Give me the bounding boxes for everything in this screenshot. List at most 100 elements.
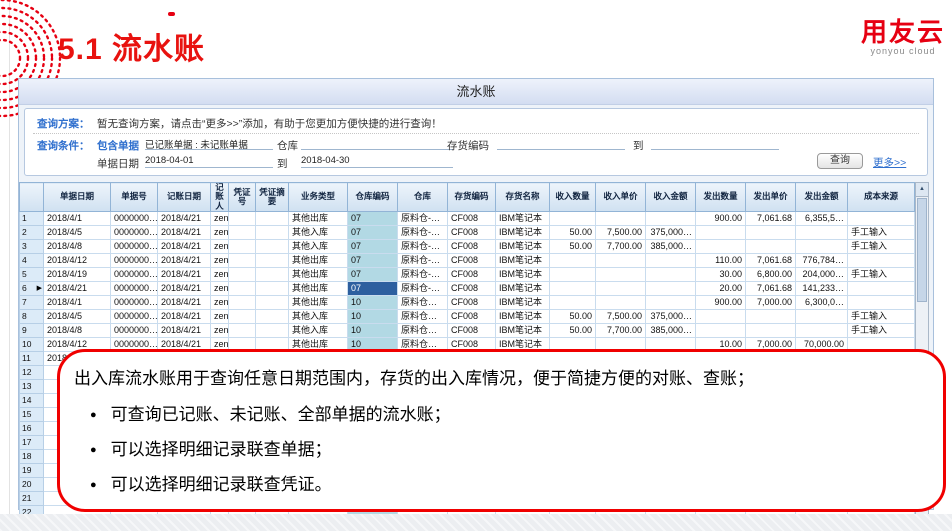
table-cell[interactable]: CF008 bbox=[448, 226, 496, 240]
table-cell[interactable]: 2018/4/21 bbox=[158, 226, 211, 240]
table-cell[interactable]: IBM笔记本 bbox=[496, 282, 550, 296]
search-button[interactable]: 查询 bbox=[817, 153, 863, 169]
table-cell[interactable]: 6,355,5… bbox=[796, 212, 848, 226]
table-cell[interactable] bbox=[256, 268, 289, 282]
table-cell[interactable]: 其他入库 bbox=[289, 324, 348, 338]
table-cell[interactable] bbox=[229, 254, 256, 268]
table-cell[interactable]: CF008 bbox=[448, 324, 496, 338]
table-cell[interactable] bbox=[848, 296, 915, 310]
table-cell[interactable] bbox=[696, 240, 746, 254]
row-number[interactable]: 18 bbox=[20, 450, 44, 464]
table-cell[interactable]: zen bbox=[211, 240, 229, 254]
row-number[interactable]: 13 bbox=[20, 380, 44, 394]
table-cell[interactable]: zen bbox=[211, 282, 229, 296]
row-number[interactable]: 19 bbox=[20, 464, 44, 478]
date-from-input[interactable]: 2018-04-01 bbox=[145, 155, 273, 168]
table-cell[interactable] bbox=[229, 212, 256, 226]
table-cell[interactable]: 776,784… bbox=[796, 254, 848, 268]
table-cell[interactable] bbox=[746, 240, 796, 254]
table-cell[interactable] bbox=[796, 310, 848, 324]
table-cell[interactable]: 2018/4/21 bbox=[158, 282, 211, 296]
table-cell[interactable]: 7,000.00 bbox=[746, 296, 796, 310]
table-cell[interactable]: 7,700.00 bbox=[596, 324, 646, 338]
row-number[interactable]: 4 bbox=[20, 254, 44, 268]
table-cell[interactable]: zen bbox=[211, 212, 229, 226]
table-cell[interactable]: 2018/4/5 bbox=[44, 226, 111, 240]
table-cell[interactable] bbox=[646, 296, 696, 310]
table-cell[interactable]: 7,061.68 bbox=[746, 212, 796, 226]
table-cell[interactable] bbox=[596, 268, 646, 282]
row-number[interactable]: 14 bbox=[20, 394, 44, 408]
table-cell[interactable]: 6,300,0… bbox=[796, 296, 848, 310]
table-cell[interactable]: IBM笔记本 bbox=[496, 226, 550, 240]
table-cell[interactable]: CF008 bbox=[448, 254, 496, 268]
table-cell[interactable]: 0000000… bbox=[111, 310, 158, 324]
table-cell[interactable]: 10 bbox=[348, 324, 398, 338]
table-cell[interactable] bbox=[550, 254, 596, 268]
table-cell[interactable]: 2018/4/21 bbox=[158, 324, 211, 338]
table-cell[interactable]: zen bbox=[211, 254, 229, 268]
table-cell[interactable]: 900.00 bbox=[696, 212, 746, 226]
table-cell[interactable]: 07 bbox=[348, 254, 398, 268]
table-cell[interactable]: 204,000… bbox=[796, 268, 848, 282]
table-cell[interactable]: 其他出库 bbox=[289, 268, 348, 282]
table-cell[interactable]: 7,700.00 bbox=[596, 240, 646, 254]
table-cell[interactable]: 原料仓-… bbox=[398, 268, 448, 282]
table-cell[interactable] bbox=[550, 268, 596, 282]
table-cell[interactable] bbox=[796, 226, 848, 240]
row-number[interactable]: 11 bbox=[20, 352, 44, 366]
table-cell[interactable] bbox=[746, 310, 796, 324]
table-cell[interactable]: 2018/4/21 bbox=[158, 254, 211, 268]
table-cell[interactable]: 385,000… bbox=[646, 240, 696, 254]
table-cell[interactable]: zen bbox=[211, 226, 229, 240]
table-cell[interactable]: 07 bbox=[348, 282, 398, 296]
table-cell[interactable]: 2018/4/5 bbox=[44, 310, 111, 324]
table-cell[interactable]: 原料仓-… bbox=[398, 226, 448, 240]
table-cell[interactable]: IBM笔记本 bbox=[496, 310, 550, 324]
table-cell[interactable]: 20.00 bbox=[696, 282, 746, 296]
table-cell[interactable] bbox=[696, 226, 746, 240]
table-cell[interactable]: IBM笔记本 bbox=[496, 212, 550, 226]
table-cell[interactable] bbox=[596, 296, 646, 310]
table-cell[interactable]: 2018/4/21 bbox=[158, 296, 211, 310]
row-number[interactable]: 10 bbox=[20, 338, 44, 352]
table-cell[interactable] bbox=[550, 282, 596, 296]
table-cell[interactable]: IBM笔记本 bbox=[496, 296, 550, 310]
table-cell[interactable]: 2018/4/21 bbox=[158, 212, 211, 226]
date-to-input[interactable]: 2018-04-30 bbox=[301, 155, 453, 168]
table-cell[interactable]: 30.00 bbox=[696, 268, 746, 282]
table-cell[interactable]: 手工输入 bbox=[848, 240, 915, 254]
table-cell[interactable] bbox=[646, 212, 696, 226]
table-cell[interactable]: 07 bbox=[348, 212, 398, 226]
table-cell[interactable] bbox=[848, 212, 915, 226]
table-cell[interactable]: zen bbox=[211, 296, 229, 310]
table-cell[interactable]: 0000000… bbox=[111, 212, 158, 226]
inventory-from-input[interactable] bbox=[497, 137, 625, 150]
row-number[interactable]: 8 bbox=[20, 310, 44, 324]
table-cell[interactable]: 7,500.00 bbox=[596, 226, 646, 240]
table-cell[interactable]: CF008 bbox=[448, 310, 496, 324]
table-cell[interactable]: 10 bbox=[348, 310, 398, 324]
table-cell[interactable]: IBM笔记本 bbox=[496, 324, 550, 338]
table-cell[interactable]: 50.00 bbox=[550, 226, 596, 240]
table-cell[interactable]: 0000000… bbox=[111, 240, 158, 254]
include-docs-input[interactable]: 已记账单据 : 未记账单据 bbox=[145, 137, 273, 150]
row-number[interactable]: 15 bbox=[20, 408, 44, 422]
table-cell[interactable]: 2018/4/1 bbox=[44, 212, 111, 226]
table-cell[interactable] bbox=[229, 296, 256, 310]
table-cell[interactable] bbox=[550, 296, 596, 310]
table-cell[interactable]: 7,061.68 bbox=[746, 282, 796, 296]
scroll-up-icon[interactable]: ▲ bbox=[916, 183, 928, 197]
table-cell[interactable]: IBM笔记本 bbox=[496, 268, 550, 282]
table-cell[interactable]: 手工输入 bbox=[848, 324, 915, 338]
table-cell[interactable]: 7,500.00 bbox=[596, 310, 646, 324]
table-cell[interactable]: 原料仓-… bbox=[398, 282, 448, 296]
table-cell[interactable]: 其他入库 bbox=[289, 240, 348, 254]
table-cell[interactable]: 其他出库 bbox=[289, 296, 348, 310]
table-cell[interactable]: 2018/4/21 bbox=[158, 310, 211, 324]
table-cell[interactable]: 手工输入 bbox=[848, 226, 915, 240]
table-cell[interactable]: 手工输入 bbox=[848, 310, 915, 324]
row-number[interactable]: 2 bbox=[20, 226, 44, 240]
table-cell[interactable]: 原料仓… bbox=[398, 296, 448, 310]
table-cell[interactable]: CF008 bbox=[448, 282, 496, 296]
